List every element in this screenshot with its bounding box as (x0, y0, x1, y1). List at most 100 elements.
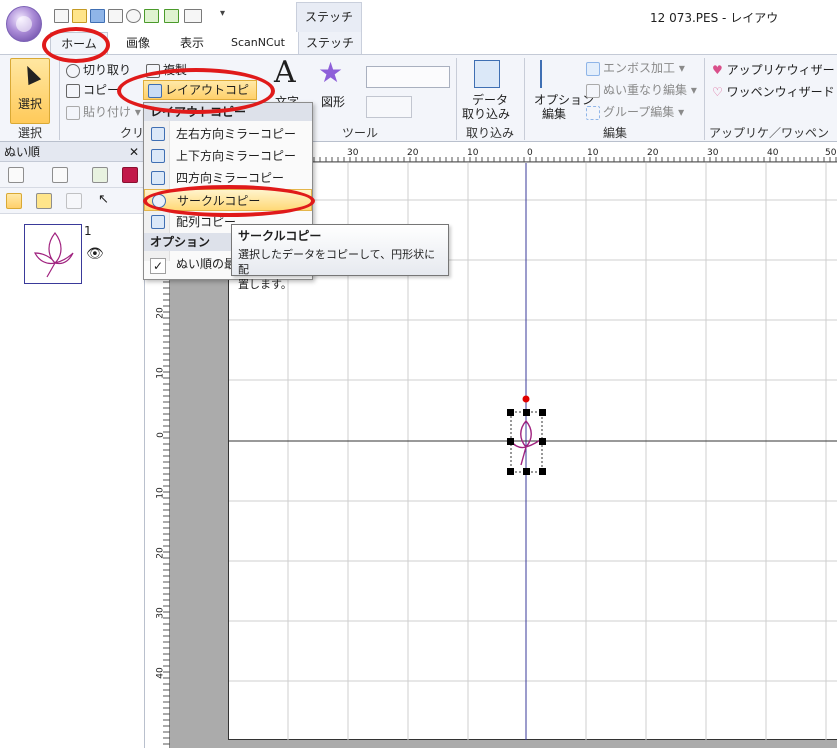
ruler-label: 20 (155, 307, 166, 319)
merge-icon[interactable] (92, 167, 108, 183)
cut-button[interactable]: 切り取り (66, 60, 131, 80)
emboss-icon (586, 61, 600, 76)
group-divider (704, 58, 705, 140)
ruler-label: 10 (467, 148, 479, 158)
menu-item-lr-mirror[interactable]: 左右方向ミラーコピー (144, 123, 312, 145)
copy-button[interactable]: コピー (66, 80, 119, 100)
app-menu-button[interactable] (6, 6, 42, 42)
ruler-label: 20 (155, 547, 166, 559)
arrow-cursor-icon (20, 62, 42, 86)
pointer-icon[interactable]: ↖ (98, 193, 114, 209)
context-tab-header: ステッチ (296, 2, 362, 32)
tab-display[interactable]: 表示 (170, 32, 214, 54)
menu-item-ud-mirror[interactable]: 上下方向ミラーコピー (144, 145, 312, 167)
qat-customize-chevron-icon[interactable]: ▾ (220, 8, 225, 19)
visibility-eye-icon[interactable]: 👁 (86, 246, 104, 262)
patch-heart-icon: ♡ (712, 85, 723, 99)
window-title: 12 073.PES - レイアウ (650, 11, 779, 25)
design-thumbnail[interactable] (24, 224, 82, 284)
data-import-label-2[interactable]: 取り込み (462, 106, 510, 122)
tab-scanncut[interactable]: ScanNCut (226, 32, 290, 54)
stitch-overlap-button[interactable]: ぬい重なり編集 ▾ (586, 80, 697, 100)
save-icon[interactable] (90, 9, 105, 23)
group-edit-label: グループ編集 (603, 105, 675, 119)
panel-title-text: ぬい順 (4, 145, 41, 159)
rotate-handle[interactable] (522, 395, 530, 403)
copy-label: コピー (83, 83, 120, 97)
pan-tools[interactable] (366, 96, 412, 118)
fit-view-icon[interactable] (8, 167, 24, 183)
ruler-label: 40 (155, 667, 166, 679)
select-button[interactable]: 選択 (10, 58, 50, 124)
overlap-icon (586, 83, 600, 98)
menu-item-label: 四方向ミラーコピー (176, 171, 285, 185)
emboss-label: エンボス加工 (603, 61, 676, 75)
patch-wizard-label: ワッペンウィザード (726, 85, 835, 99)
open-folder-icon[interactable] (72, 9, 87, 23)
copy-icon (66, 83, 80, 98)
select-button-label: 選択 (17, 97, 42, 111)
applique-heart-icon: ♥ (712, 63, 723, 77)
leaf-thumbnail-icon (34, 232, 74, 278)
redo-icon[interactable] (164, 9, 179, 23)
menu-item-label: 上下方向ミラーコピー (176, 149, 297, 163)
ruler-label: 20 (647, 148, 659, 158)
zoom-icon[interactable] (126, 9, 141, 23)
zoom-controls[interactable] (366, 66, 450, 88)
color-icon[interactable] (122, 167, 138, 183)
resize-handle[interactable] (539, 438, 546, 445)
resize-handle[interactable] (539, 468, 546, 475)
group-divider (59, 58, 60, 140)
group-divider (456, 58, 457, 140)
panel-close-icon[interactable]: ✕ (129, 142, 139, 162)
show-icon[interactable] (6, 193, 22, 209)
ud-mirror-icon (151, 149, 165, 163)
undo-icon[interactable] (144, 9, 159, 23)
text-tool-icon[interactable]: A (274, 58, 302, 88)
ruler-label: 30 (707, 148, 719, 158)
menu-item-label: 配列コピー (176, 215, 237, 229)
stitch-overlap-label: ぬい重なり編集 (603, 83, 688, 97)
print-icon[interactable] (108, 9, 123, 23)
ruler-label: 30 (347, 148, 359, 158)
resize-handle[interactable] (507, 409, 514, 416)
circle-copy-tooltip: サークルコピー 選択したデータをコピーして、円形状に配 置します。 (231, 224, 449, 291)
ruler-label: 20 (407, 148, 419, 158)
annotation-circle-home (42, 27, 110, 63)
resize-handle[interactable] (523, 468, 530, 475)
menu-item-label: 左右方向ミラーコピー (176, 127, 297, 141)
data-import-icon[interactable] (474, 60, 500, 88)
emboss-button[interactable]: エンボス加工 ▾ (586, 58, 685, 78)
patch-wizard-button[interactable]: ♡ ワッペンウィザード (712, 82, 835, 102)
4way-mirror-icon (151, 171, 165, 185)
group-divider (524, 58, 525, 140)
lock-icon[interactable] (36, 193, 52, 209)
resize-handle[interactable] (523, 409, 530, 416)
tooltip-line2: 置します。 (238, 278, 292, 291)
resize-handle[interactable] (507, 468, 514, 475)
tab-stitch[interactable]: ステッチ (298, 32, 362, 54)
applique-wizard-button[interactable]: ♥ アップリケウィザード (712, 60, 837, 80)
sort-icon[interactable] (52, 167, 68, 183)
sewing-order-title: ぬい順 ✕ (0, 142, 145, 162)
cut-label: 切り取り (83, 63, 132, 77)
ruler-label: 0 (155, 432, 166, 438)
shapes-label[interactable]: 図形 (321, 92, 345, 112)
tooltip-line1: 選択したデータをコピーして、円形状に配 (238, 248, 436, 276)
tab-image[interactable]: 画像 (116, 32, 160, 54)
ruler-label: 30 (155, 607, 166, 619)
ruler-label: 10 (155, 487, 166, 499)
new-file-icon[interactable] (54, 9, 69, 23)
option-edit-icon[interactable] (540, 60, 570, 88)
shapes-icon[interactable]: ★ (318, 58, 350, 88)
paste-button[interactable]: 貼り付け ▾ (66, 102, 141, 122)
stitch-simulator-icon[interactable] (184, 9, 202, 23)
group-edit-button[interactable]: グループ編集 ▾ (586, 102, 684, 122)
paste-label: 貼り付け (83, 105, 132, 119)
menu-item-label: ぬい順の最 (176, 257, 237, 271)
resize-handle[interactable] (539, 409, 546, 416)
applique-wizard-label: アップリケウィザード (726, 63, 837, 77)
resize-handle[interactable] (507, 438, 514, 445)
option-edit-label-2[interactable]: 編集 (542, 106, 566, 122)
paste-icon (66, 105, 80, 120)
